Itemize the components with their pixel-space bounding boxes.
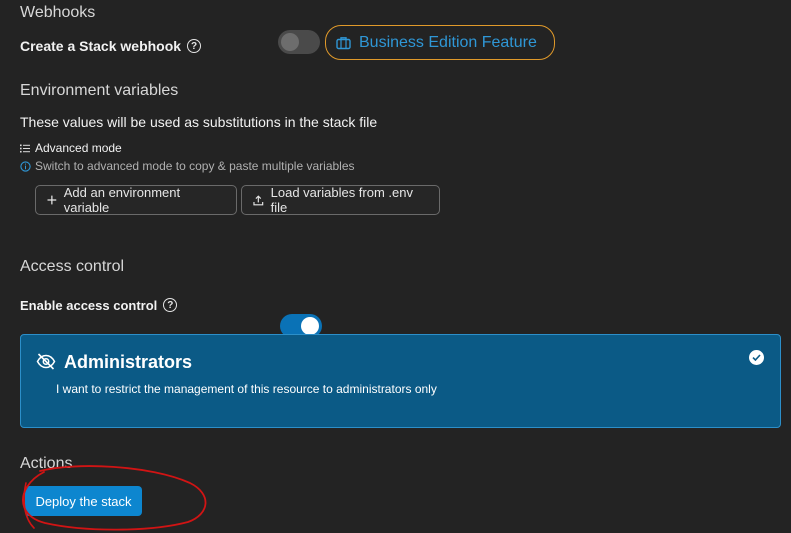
create-webhook-label-row: Create a Stack webhook ? [20,37,202,55]
upload-icon [253,194,264,205]
business-edition-badge[interactable]: Business Edition Feature [325,25,555,60]
advanced-hint-row: Switch to advanced mode to copy & paste … [20,159,355,173]
add-env-variable-label: Add an environment variable [63,185,181,215]
check-icon [749,350,764,365]
administrators-description: I want to restrict the management of thi… [56,382,437,396]
info-icon [20,160,31,172]
help-icon[interactable]: ? [187,39,202,53]
advanced-hint: Switch to advanced mode to copy & paste … [35,159,355,173]
help-icon[interactable]: ? [163,298,178,312]
enable-access-control-label: Enable access control [20,297,158,313]
actions-title: Actions [20,455,73,472]
advanced-mode-label: Advanced mode [35,141,122,155]
advanced-mode-link[interactable]: Advanced mode [20,141,122,155]
badge-label: Business Edition Feature [359,33,537,51]
eye-off-icon [36,353,56,370]
administrators-card[interactable]: Administrators I want to restrict the ma… [20,334,781,428]
load-env-file-button[interactable]: Load variables from .env file [241,185,440,215]
load-env-file-label: Load variables from .env file [270,185,413,215]
enable-access-control-row: Enable access control ? [20,296,178,314]
environment-description: These values will be used as substitutio… [20,114,378,130]
administrators-title: Administrators [64,352,193,372]
list-icon [20,144,30,152]
webhook-toggle[interactable] [278,30,320,54]
deploy-stack-button[interactable]: Deploy the stack [25,486,142,516]
toggle-knob [281,33,299,51]
add-env-variable-button[interactable]: Add an environment variable [35,185,237,215]
plus-icon [47,195,57,205]
toggle-knob [301,317,319,335]
environment-title: Environment variables [20,82,179,99]
briefcase-icon [336,36,351,49]
access-control-title: Access control [20,258,125,275]
create-webhook-label: Create a Stack webhook [20,38,182,54]
webhooks-title: Webhooks [20,4,96,21]
